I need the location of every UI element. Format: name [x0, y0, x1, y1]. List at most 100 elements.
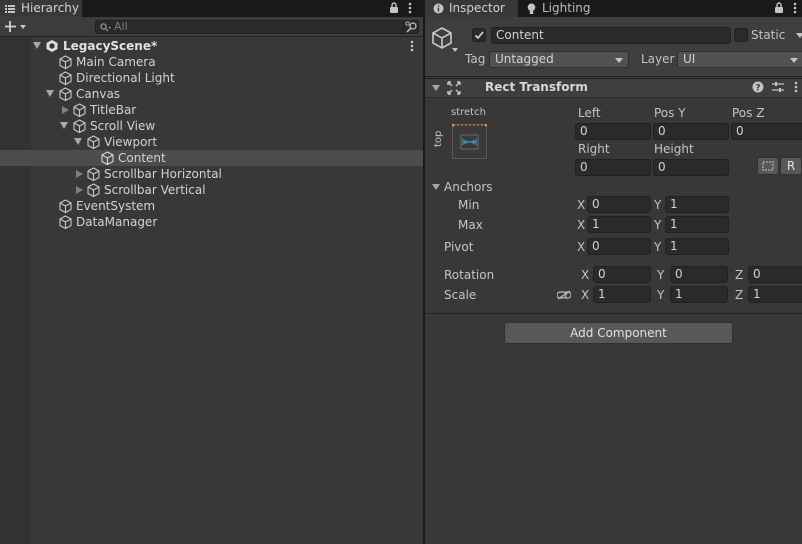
hierarchy-list-icon: [5, 5, 15, 13]
min-label: Min: [458, 198, 480, 212]
list-item-scrollbar-horizontal[interactable]: Scrollbar Horizontal: [0, 166, 423, 182]
axis-x-label: X: [577, 198, 586, 212]
gameobject-icon: [73, 103, 86, 117]
list-item-datamanager[interactable]: DataManager: [0, 214, 423, 230]
item-label: Content: [118, 151, 166, 165]
lock-icon[interactable]: [389, 2, 399, 14]
inspector-panel: Inspector Lighting Content Static Tag Un…: [425, 0, 802, 544]
preset-icon[interactable]: [772, 81, 784, 93]
rotation-x-field[interactable]: 0: [593, 266, 651, 283]
add-component-button[interactable]: Add Component: [504, 322, 733, 344]
item-label: EventSystem: [76, 199, 156, 213]
tab-inspector[interactable]: Inspector: [425, 0, 518, 17]
anchor-max-y-field[interactable]: 1: [665, 216, 729, 233]
tab-hierarchy[interactable]: Hierarchy: [0, 0, 82, 17]
rotation-z-field[interactable]: 0: [748, 266, 802, 283]
posy-field[interactable]: 0: [653, 123, 729, 140]
static-checkbox[interactable]: [734, 28, 748, 42]
info-icon: [433, 3, 444, 14]
list-item-scrollbar-vertical[interactable]: Scrollbar Vertical: [0, 182, 423, 198]
list-item-canvas[interactable]: Canvas: [0, 86, 423, 102]
add-icon[interactable]: [5, 21, 27, 33]
scale-z-field[interactable]: 1: [748, 286, 802, 303]
foldout-closed-icon[interactable]: [76, 186, 83, 194]
pivot-label: Pivot: [444, 240, 474, 254]
pivot-y-field[interactable]: 1: [665, 238, 729, 255]
anchor-min-x-field[interactable]: 0: [587, 196, 651, 213]
foldout-open-icon[interactable]: [46, 90, 54, 97]
component-more-icon[interactable]: [794, 81, 798, 93]
list-item-main-camera[interactable]: Main Camera: [0, 54, 423, 70]
foldout-open-icon[interactable]: [33, 42, 41, 49]
static-label: Static: [751, 28, 786, 42]
axis-y-label: Y: [657, 268, 665, 282]
gameobject-large-icon[interactable]: [431, 26, 459, 54]
object-name-field[interactable]: Content: [491, 27, 731, 44]
list-item-eventsystem[interactable]: EventSystem: [0, 198, 423, 214]
static-dropdown-icon[interactable]: [796, 33, 802, 39]
list-item-scene[interactable]: LegacyScene*: [0, 38, 423, 54]
foldout-closed-icon[interactable]: [76, 170, 83, 178]
list-item-directional-light[interactable]: Directional Light: [0, 70, 423, 86]
list-item-scroll-view[interactable]: Scroll View: [0, 118, 423, 134]
raw-edit-button[interactable]: R: [780, 157, 802, 175]
posz-field[interactable]: 0: [731, 123, 802, 140]
list-item-titlebar[interactable]: TitleBar: [0, 102, 423, 118]
gameobject-icon: [59, 87, 72, 101]
layer-dropdown[interactable]: UI: [677, 51, 802, 68]
anchor-presets-button[interactable]: [452, 124, 487, 159]
tag-value: Untagged: [495, 52, 554, 66]
tag-dropdown[interactable]: Untagged: [489, 51, 629, 68]
constrain-proportions-icon[interactable]: [557, 290, 571, 300]
item-label: DataManager: [76, 215, 158, 229]
tab-lighting[interactable]: Lighting: [519, 0, 603, 17]
blueprint-mode-button[interactable]: [757, 157, 779, 175]
rect-transform-header[interactable]: [425, 78, 802, 98]
rotation-label: Rotation: [444, 268, 495, 282]
anchor-max-x-field[interactable]: 1: [587, 216, 651, 233]
scale-y-field[interactable]: 1: [670, 286, 728, 303]
list-item-content[interactable]: Content: [0, 150, 423, 166]
rect-transform-icon: [447, 81, 461, 95]
anchor-preset-stretch-label: stretch: [451, 107, 486, 118]
more-options-icon[interactable]: [408, 2, 412, 14]
layer-label: Layer: [641, 52, 675, 66]
scene-search-icon[interactable]: [403, 20, 419, 34]
help-icon[interactable]: ?: [752, 81, 764, 93]
chevron-down-icon: [790, 58, 798, 63]
foldout-closed-icon[interactable]: [62, 106, 69, 114]
left-label: Left: [578, 106, 601, 120]
gameobject-icon: [59, 199, 72, 213]
search-placeholder: All: [114, 20, 128, 33]
active-checkbox[interactable]: [472, 28, 486, 42]
gameobject-icon: [87, 167, 100, 181]
component-separator: [425, 313, 802, 314]
right-field[interactable]: 0: [575, 159, 651, 176]
pivot-x-field[interactable]: 0: [587, 238, 651, 255]
list-item-viewport[interactable]: Viewport: [0, 134, 423, 150]
lock-icon[interactable]: [774, 2, 784, 14]
foldout-open-icon[interactable]: [432, 85, 440, 92]
unity-scene-icon: [45, 39, 59, 53]
anchor-preset-top-label: top: [433, 130, 444, 147]
gameobject-icon: [59, 71, 72, 85]
foldout-open-icon[interactable]: [74, 138, 82, 145]
anchor-min-y-field[interactable]: 1: [665, 196, 729, 213]
scale-x-field[interactable]: 1: [593, 286, 651, 303]
posz-label: Pos Z: [732, 106, 765, 120]
tag-label: Tag: [465, 52, 486, 66]
rotation-y-field[interactable]: 0: [670, 266, 728, 283]
search-input[interactable]: All: [95, 20, 405, 34]
item-label: Canvas: [76, 87, 121, 101]
rect-transform-title: Rect Transform: [485, 80, 588, 94]
axis-y-label: Y: [654, 218, 662, 232]
foldout-open-icon[interactable]: [432, 184, 440, 191]
item-label: Directional Light: [76, 71, 175, 85]
height-label: Height: [654, 142, 694, 156]
scene-more-icon[interactable]: [410, 40, 414, 52]
foldout-open-icon[interactable]: [60, 122, 68, 129]
left-field[interactable]: 0: [575, 123, 651, 140]
height-field[interactable]: 0: [653, 159, 729, 176]
more-options-icon[interactable]: [793, 2, 797, 14]
item-label: Scrollbar Horizontal: [104, 167, 222, 181]
